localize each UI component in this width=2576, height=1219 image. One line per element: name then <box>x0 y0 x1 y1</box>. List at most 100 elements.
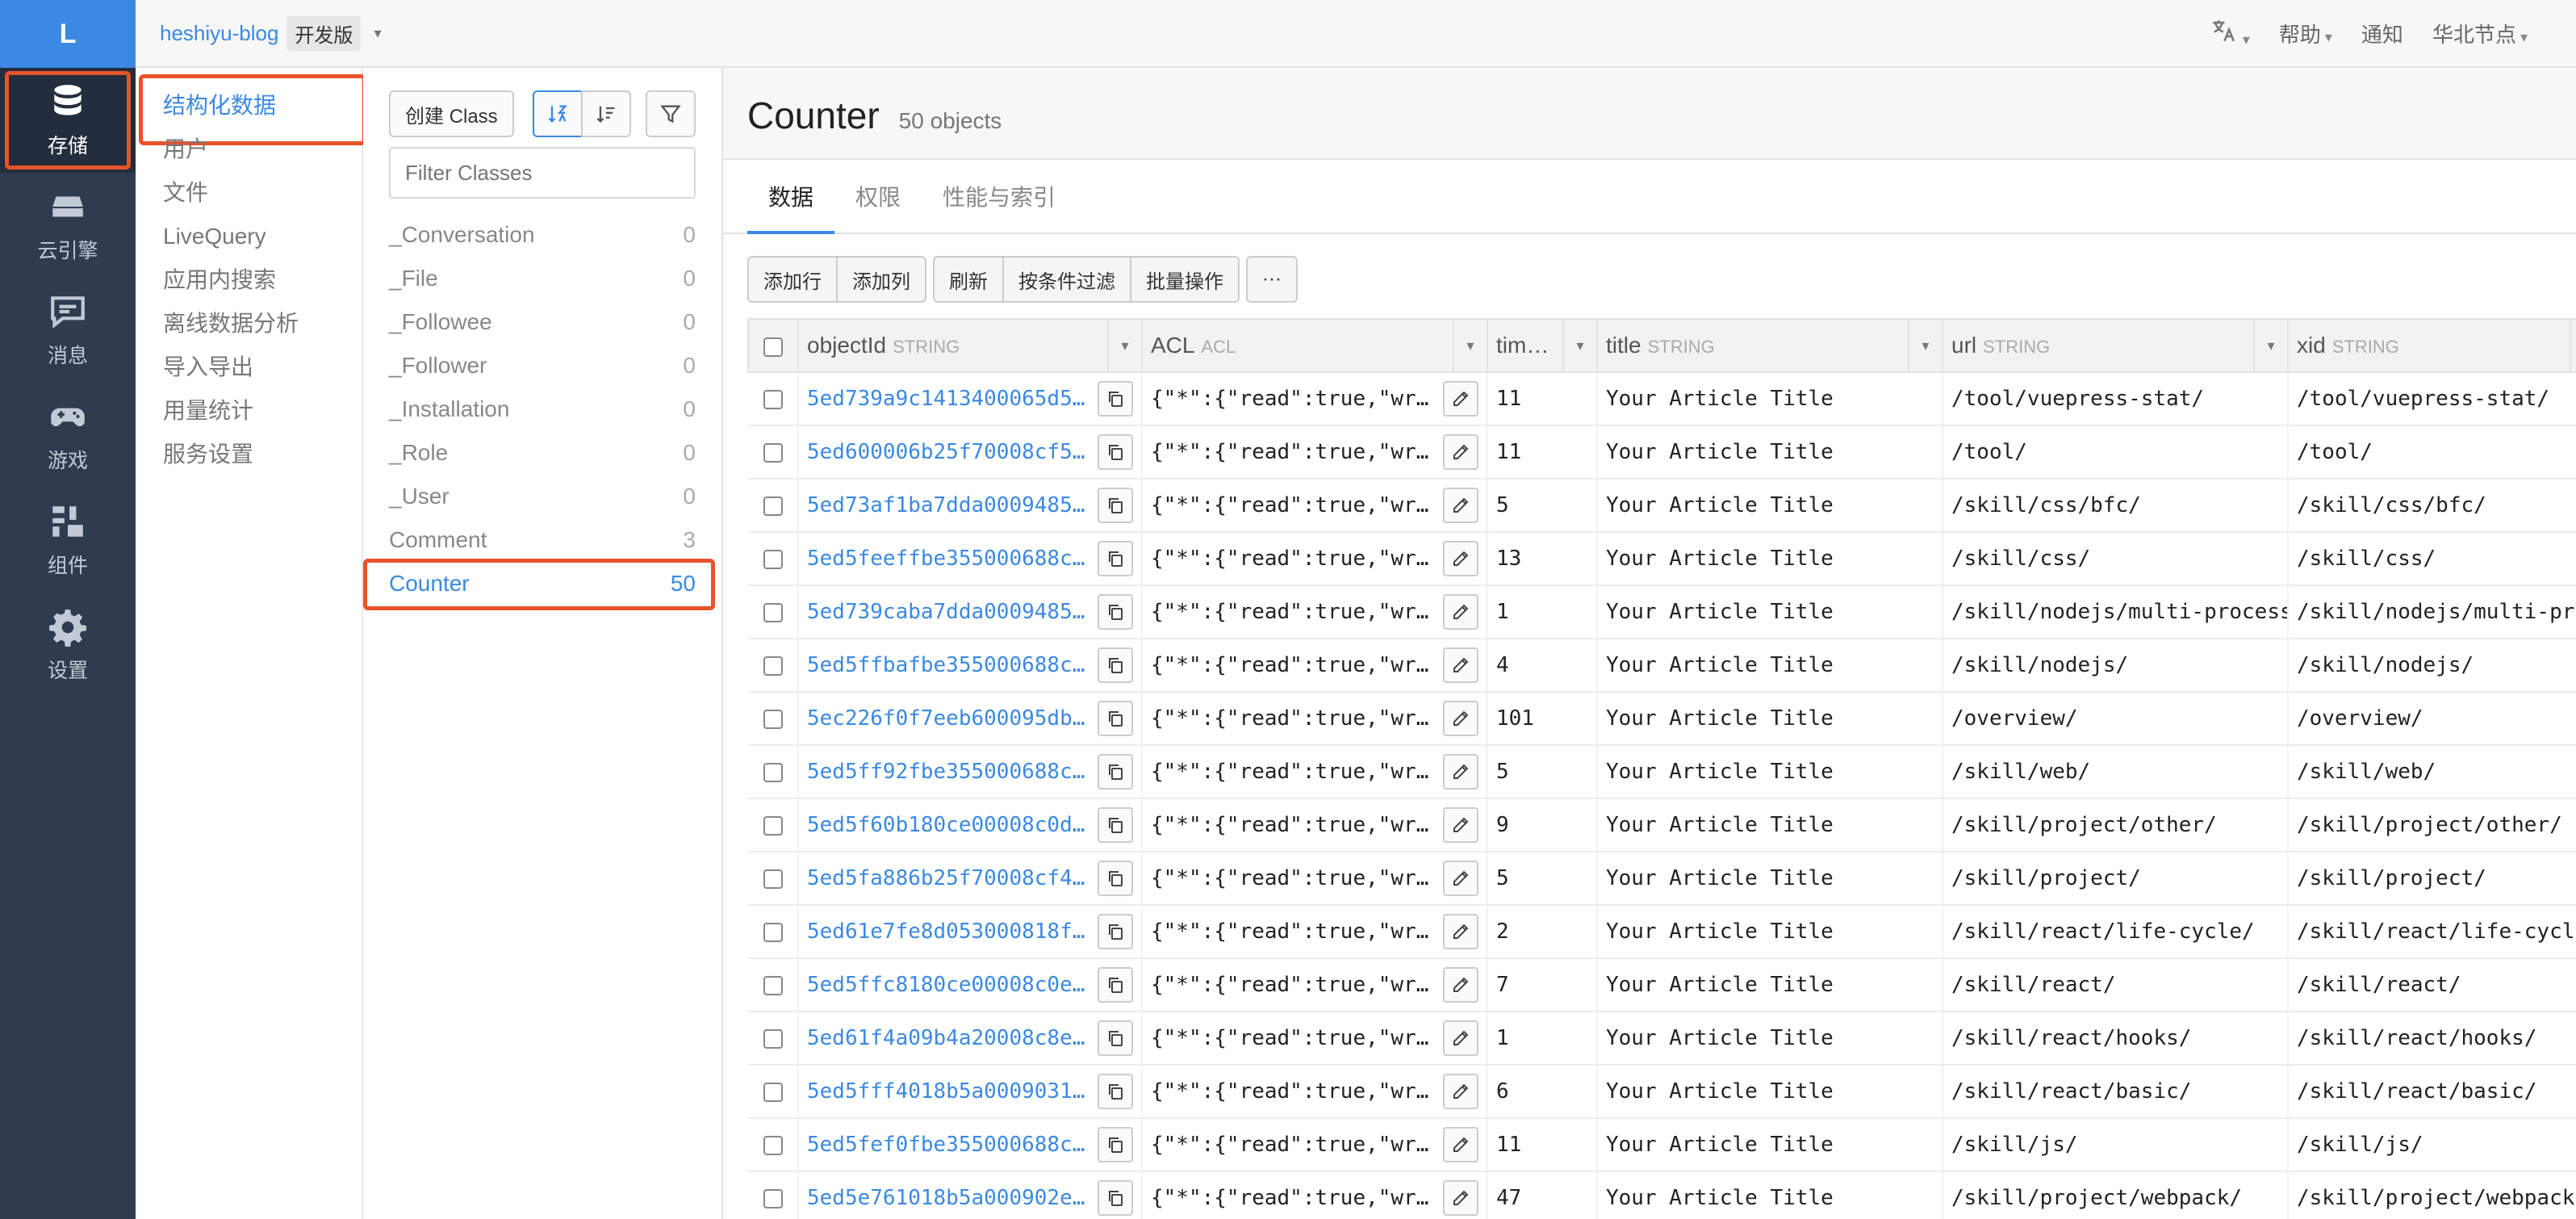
row-checkbox[interactable] <box>763 762 783 782</box>
object-id-cell[interactable]: 5ed5e761018b5a000902eeda <box>798 1171 1143 1219</box>
url-cell[interactable]: /overview/ <box>1942 692 2289 746</box>
time-cell[interactable]: 1 <box>1487 1012 1598 1066</box>
title-cell[interactable]: Your Article Title <box>1597 1171 1943 1219</box>
row-checkbox[interactable] <box>763 869 783 889</box>
acl-cell[interactable]: {"*":{"read":true,"write":true}} <box>1142 479 1488 533</box>
select-all-checkbox-cell[interactable] <box>747 318 799 373</box>
subnav-item-usage-stats[interactable]: 用量统计 <box>136 389 362 433</box>
edit-icon[interactable] <box>1443 434 1478 470</box>
class-list-item[interactable]: _User 0 <box>363 475 721 518</box>
more-actions-button[interactable]: ··· <box>1246 256 1298 303</box>
row-checkbox[interactable] <box>763 656 783 676</box>
xid-cell[interactable]: /tool/vuepress-stat/ <box>2288 372 2576 426</box>
copy-icon[interactable] <box>1098 1020 1133 1056</box>
copy-icon[interactable] <box>1098 754 1133 790</box>
time-cell[interactable]: 13 <box>1487 532 1598 586</box>
table-row[interactable]: 5ed5ffbafbe355000688c7ee {"*":{"read":tru… <box>748 639 2576 693</box>
row-checkbox[interactable] <box>763 815 783 836</box>
time-cell[interactable]: 11 <box>1487 372 1598 426</box>
sort-alpha-button[interactable] <box>533 90 583 137</box>
row-checkbox-cell[interactable] <box>748 585 799 639</box>
object-id-value[interactable]: 5ed61f4a09b4a20008c8e6ca <box>807 1026 1093 1050</box>
url-cell[interactable]: /skill/js/ <box>1942 1118 2289 1172</box>
object-id-cell[interactable]: 5ed61e7fe8d053000818fc84 <box>798 905 1143 959</box>
object-id-cell[interactable]: 5ed739a9c1413400065d5526 <box>798 372 1143 426</box>
subnav-item-structured-data[interactable]: 结构化数据 <box>136 74 366 145</box>
row-checkbox-cell[interactable] <box>748 372 799 426</box>
object-id-cell[interactable]: 5ec226f0f7eeb600095dbe3c <box>798 692 1143 746</box>
row-checkbox[interactable] <box>763 442 783 463</box>
copy-icon[interactable] <box>1098 541 1133 576</box>
row-checkbox-cell[interactable] <box>748 1171 799 1219</box>
row-checkbox[interactable] <box>763 975 783 995</box>
title-cell[interactable]: Your Article Title <box>1597 958 1943 1012</box>
object-id-cell[interactable]: 5ed5fef0fbe355000688c64b <box>798 1118 1143 1172</box>
object-id-value[interactable]: 5ed600006b25f70008cf510d <box>807 440 1093 464</box>
time-cell[interactable]: 2 <box>1487 905 1598 959</box>
xid-cell[interactable]: /overview/ <box>2288 692 2576 746</box>
table-row[interactable]: 5ed73af1ba7dda0009485d31 {"*":{"read":tru… <box>748 479 2576 533</box>
rail-item-game[interactable]: 游戏 <box>0 383 136 488</box>
object-id-value[interactable]: 5ed739a9c1413400065d5526 <box>807 387 1093 411</box>
tab-permissions[interactable]: 权限 <box>834 160 922 232</box>
title-cell[interactable]: Your Article Title <box>1597 692 1943 746</box>
edit-icon[interactable] <box>1443 541 1478 576</box>
copy-icon[interactable] <box>1098 1074 1133 1109</box>
refresh-button[interactable]: 刷新 <box>933 256 1004 303</box>
table-row[interactable]: 5ed5fa886b25f70008cf448e {"*":{"read":tru… <box>748 852 2576 906</box>
object-id-cell[interactable]: 5ed5ffbafbe355000688c7ee <box>798 639 1143 693</box>
table-row[interactable]: 5ed739a9c1413400065d5526 {"*":{"read":tru… <box>748 372 2576 426</box>
object-id-value[interactable]: 5ed5fa886b25f70008cf448e <box>807 866 1093 890</box>
class-list-item[interactable]: _Installation 0 <box>363 387 721 431</box>
class-list-item[interactable]: Comment 3 <box>363 518 721 562</box>
object-id-value[interactable]: 5ed5ff92fbe355000688c798 <box>807 760 1093 784</box>
column-menu-caret-icon[interactable]: ▾ <box>1908 320 1941 371</box>
row-checkbox-cell[interactable] <box>748 1012 799 1066</box>
xid-cell[interactable]: /skill/web/ <box>2288 745 2576 799</box>
row-checkbox[interactable] <box>763 709 783 729</box>
url-cell[interactable]: /skill/css/ <box>1942 532 2289 586</box>
table-row[interactable]: 5ed5f60b180ce00008c0d001 {"*":{"read":tru… <box>748 798 2576 852</box>
row-checkbox[interactable] <box>763 1135 783 1155</box>
row-checkbox[interactable] <box>763 602 783 622</box>
title-cell[interactable]: Your Article Title <box>1597 798 1943 852</box>
column-header[interactable]: xidSTRING ▾ <box>2287 318 2576 373</box>
time-cell[interactable]: 11 <box>1487 1118 1598 1172</box>
title-cell[interactable]: Your Article Title <box>1597 852 1943 906</box>
subnav-item-in-app-search[interactable]: 应用内搜索 <box>136 258 362 302</box>
acl-cell[interactable]: {"*":{"read":true,"write":true}} <box>1142 639 1488 693</box>
region-menu[interactable]: 华北节点 <box>2432 19 2528 48</box>
acl-cell[interactable]: {"*":{"read":true,"write":true}} <box>1142 905 1488 959</box>
column-header[interactable]: tim… ▾ <box>1487 318 1598 373</box>
xid-cell[interactable]: /skill/css/ <box>2288 532 2576 586</box>
object-id-cell[interactable]: 5ed5ff92fbe355000688c798 <box>798 745 1143 799</box>
url-cell[interactable]: /skill/nodejs/multi-process/ <box>1942 585 2289 639</box>
row-checkbox-cell[interactable] <box>748 425 799 480</box>
condition-filter-button[interactable]: 按条件过滤 <box>1002 256 1131 303</box>
url-cell[interactable]: /skill/react/ <box>1942 958 2289 1012</box>
object-id-cell[interactable]: 5ed5ffc8180ce00008c0e3f4 <box>798 958 1143 1012</box>
object-id-cell[interactable]: 5ed739caba7dda0009485b48 <box>798 585 1143 639</box>
row-checkbox[interactable] <box>763 922 783 942</box>
copy-icon[interactable] <box>1098 488 1133 523</box>
time-cell[interactable]: 9 <box>1487 798 1598 852</box>
class-list-item[interactable]: _Followee 0 <box>363 300 721 344</box>
table-row[interactable]: 5ec226f0f7eeb600095dbe3c {"*":{"read":tru… <box>748 692 2576 746</box>
table-row[interactable]: 5ed5ff92fbe355000688c798 {"*":{"read":tru… <box>748 745 2576 799</box>
row-checkbox[interactable] <box>763 1028 783 1049</box>
url-cell[interactable]: /skill/project/other/ <box>1942 798 2289 852</box>
acl-cell[interactable]: {"*":{"read":true,"write":true}} <box>1142 425 1488 480</box>
acl-cell[interactable]: {"*":{"read":true,"write":true}} <box>1142 692 1488 746</box>
table-row[interactable]: 5ed739caba7dda0009485b48 {"*":{"read":tru… <box>748 585 2576 639</box>
acl-cell[interactable]: {"*":{"read":true,"write":true}} <box>1142 1118 1488 1172</box>
xid-cell[interactable]: /skill/react/life-cycle/ <box>2288 905 2576 959</box>
edit-icon[interactable] <box>1443 1020 1478 1056</box>
object-id-value[interactable]: 5ed5fff4018b5a0009031ebc <box>807 1079 1093 1104</box>
copy-icon[interactable] <box>1098 1127 1133 1162</box>
url-cell[interactable]: /skill/project/webpack/ <box>1942 1171 2289 1219</box>
copy-icon[interactable] <box>1098 807 1133 843</box>
title-cell[interactable]: Your Article Title <box>1597 425 1943 480</box>
table-row[interactable]: 5ed5feeffbe355000688c649 {"*":{"read":tru… <box>748 532 2576 586</box>
xid-cell[interactable]: /skill/js/ <box>2288 1118 2576 1172</box>
url-cell[interactable]: /tool/vuepress-stat/ <box>1942 372 2289 426</box>
